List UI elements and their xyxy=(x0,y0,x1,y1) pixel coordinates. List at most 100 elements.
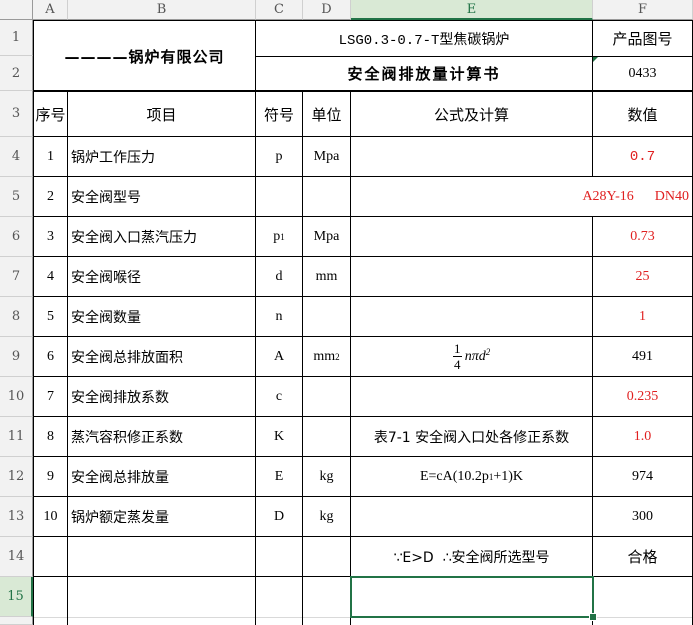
drawing-number-label[interactable]: 产品图号 xyxy=(593,21,692,56)
cell-valve-model-value[interactable]: A28Y-16 DN40 xyxy=(351,177,692,216)
cell-unit[interactable]: kg xyxy=(303,497,350,536)
cell-empty[interactable] xyxy=(34,577,67,617)
cell-no[interactable]: 9 xyxy=(34,457,67,496)
cell-no[interactable]: 8 xyxy=(34,417,67,456)
cell-empty[interactable] xyxy=(256,537,302,576)
row-header-16[interactable] xyxy=(0,617,33,625)
cell-unit[interactable] xyxy=(303,377,350,416)
fill-handle[interactable] xyxy=(589,613,597,621)
conclusion-value[interactable]: 合格 xyxy=(593,537,692,576)
column-header-d[interactable]: D xyxy=(303,0,351,20)
cell-value[interactable]: 1 xyxy=(593,297,692,336)
conclusion-formula[interactable]: ∵E>D ∴安全阀所选型号 xyxy=(351,537,592,576)
row-header-11[interactable]: 11 xyxy=(0,417,33,457)
cell-symbol[interactable]: A xyxy=(256,337,302,376)
cell-value[interactable]: 491 xyxy=(593,337,692,376)
row-header-4[interactable]: 4 xyxy=(0,137,33,177)
cell-symbol[interactable]: p xyxy=(256,137,302,176)
cell-formula[interactable] xyxy=(351,497,592,536)
cell-item[interactable]: 安全阀总排放量 xyxy=(68,457,255,496)
cell-formula[interactable]: E=cA(10.2p 1 +1)K xyxy=(351,457,592,496)
cell-symbol[interactable]: d xyxy=(256,257,302,296)
cell-symbol[interactable]: E xyxy=(256,457,302,496)
drawing-number[interactable]: 0433 xyxy=(593,57,692,90)
cell-unit[interactable]: mm 2 xyxy=(303,337,350,376)
cell-formula[interactable]: 1 4 nπd 2 xyxy=(351,337,592,376)
column-header-f[interactable]: F xyxy=(593,0,693,20)
row-header-8[interactable]: 8 xyxy=(0,297,33,337)
row-header-3[interactable]: 3 xyxy=(0,91,33,137)
active-cell-e15[interactable] xyxy=(350,576,594,618)
company-name[interactable]: ————锅炉有限公司 xyxy=(34,21,255,91)
cell-formula[interactable]: 表7-1 安全阀入口处各修正系数 xyxy=(351,417,592,456)
row-header-14[interactable]: 14 xyxy=(0,537,33,577)
cell-value[interactable]: 974 xyxy=(593,457,692,496)
header-value[interactable]: 数值 xyxy=(593,92,692,136)
header-unit[interactable]: 单位 xyxy=(303,92,350,136)
cell-formula[interactable] xyxy=(351,137,592,176)
model-title[interactable]: LSG0.3-0.7-T型焦碳锅炉 xyxy=(256,21,592,56)
cell-item[interactable]: 安全阀数量 xyxy=(68,297,255,336)
cell-unit[interactable] xyxy=(303,417,350,456)
cell-symbol[interactable]: K xyxy=(256,417,302,456)
column-header-c[interactable]: C xyxy=(256,0,303,20)
cell-item[interactable]: 锅炉额定蒸发量 xyxy=(68,497,255,536)
cell-unit[interactable]: mm xyxy=(303,257,350,296)
column-header-b[interactable]: B xyxy=(68,0,256,20)
column-header-a[interactable]: A xyxy=(33,0,68,20)
row-header-2[interactable]: 2 xyxy=(0,56,33,91)
cell-empty[interactable] xyxy=(593,577,692,617)
cell-empty[interactable] xyxy=(68,537,255,576)
cell-empty[interactable] xyxy=(68,577,255,617)
cell-item[interactable]: 安全阀排放系数 xyxy=(68,377,255,416)
row-header-15[interactable]: 15 xyxy=(0,577,33,617)
cell-symbol[interactable]: n xyxy=(256,297,302,336)
cell-no[interactable]: 5 xyxy=(34,297,67,336)
cell-value[interactable]: 0.7 xyxy=(593,137,692,176)
cell-no[interactable]: 1 xyxy=(34,137,67,176)
cell-item[interactable]: 安全阀入口蒸汽压力 xyxy=(68,217,255,256)
row-header-6[interactable]: 6 xyxy=(0,217,33,257)
row-header-7[interactable]: 7 xyxy=(0,257,33,297)
cell-empty[interactable] xyxy=(256,577,302,617)
row-header-13[interactable]: 13 xyxy=(0,497,33,537)
cell-no[interactable]: 6 xyxy=(34,337,67,376)
document-title[interactable]: 安全阀排放量计算书 xyxy=(256,57,592,90)
header-no[interactable]: 序号 xyxy=(34,92,67,136)
cell-symbol[interactable] xyxy=(256,177,302,216)
cell-value[interactable]: 1.0 xyxy=(593,417,692,456)
header-item[interactable]: 项目 xyxy=(68,92,255,136)
cell-item[interactable]: 安全阀型号 xyxy=(68,177,255,216)
column-header-e[interactable]: E xyxy=(351,0,593,20)
cell-unit[interactable] xyxy=(303,297,350,336)
cell-item[interactable]: 蒸汽容积修正系数 xyxy=(68,417,255,456)
cell-item[interactable]: 安全阀喉径 xyxy=(68,257,255,296)
cell-no[interactable]: 3 xyxy=(34,217,67,256)
header-formula[interactable]: 公式及计算 xyxy=(351,92,592,136)
cell-symbol[interactable]: p1 xyxy=(256,217,302,256)
cell-empty[interactable] xyxy=(34,537,67,576)
cell-unit[interactable]: Mpa xyxy=(303,137,350,176)
cell-no[interactable]: 7 xyxy=(34,377,67,416)
cell-no[interactable]: 10 xyxy=(34,497,67,536)
cell-formula[interactable] xyxy=(351,257,592,296)
cell-formula[interactable] xyxy=(351,297,592,336)
cell-value[interactable]: 25 xyxy=(593,257,692,296)
cell-symbol[interactable]: D xyxy=(256,497,302,536)
cell-value[interactable]: 0.235 xyxy=(593,377,692,416)
cell-no[interactable]: 4 xyxy=(34,257,67,296)
cell-formula[interactable] xyxy=(351,377,592,416)
cell-unit[interactable] xyxy=(303,177,350,216)
cell-symbol[interactable]: c xyxy=(256,377,302,416)
spreadsheet-grid[interactable]: A B C D E F 1 2 3 4 5 6 7 8 9 10 11 12 1… xyxy=(0,0,693,625)
cell-no[interactable]: 2 xyxy=(34,177,67,216)
row-header-5[interactable]: 5 xyxy=(0,177,33,217)
row-header-9[interactable]: 9 xyxy=(0,337,33,377)
row-header-1[interactable]: 1 xyxy=(0,20,33,56)
cell-value[interactable]: 300 xyxy=(593,497,692,536)
cell-unit[interactable]: Mpa xyxy=(303,217,350,256)
row-header-12[interactable]: 12 xyxy=(0,457,33,497)
cell-empty[interactable] xyxy=(303,577,350,617)
cell-item[interactable]: 锅炉工作压力 xyxy=(68,137,255,176)
header-symbol[interactable]: 符号 xyxy=(256,92,302,136)
